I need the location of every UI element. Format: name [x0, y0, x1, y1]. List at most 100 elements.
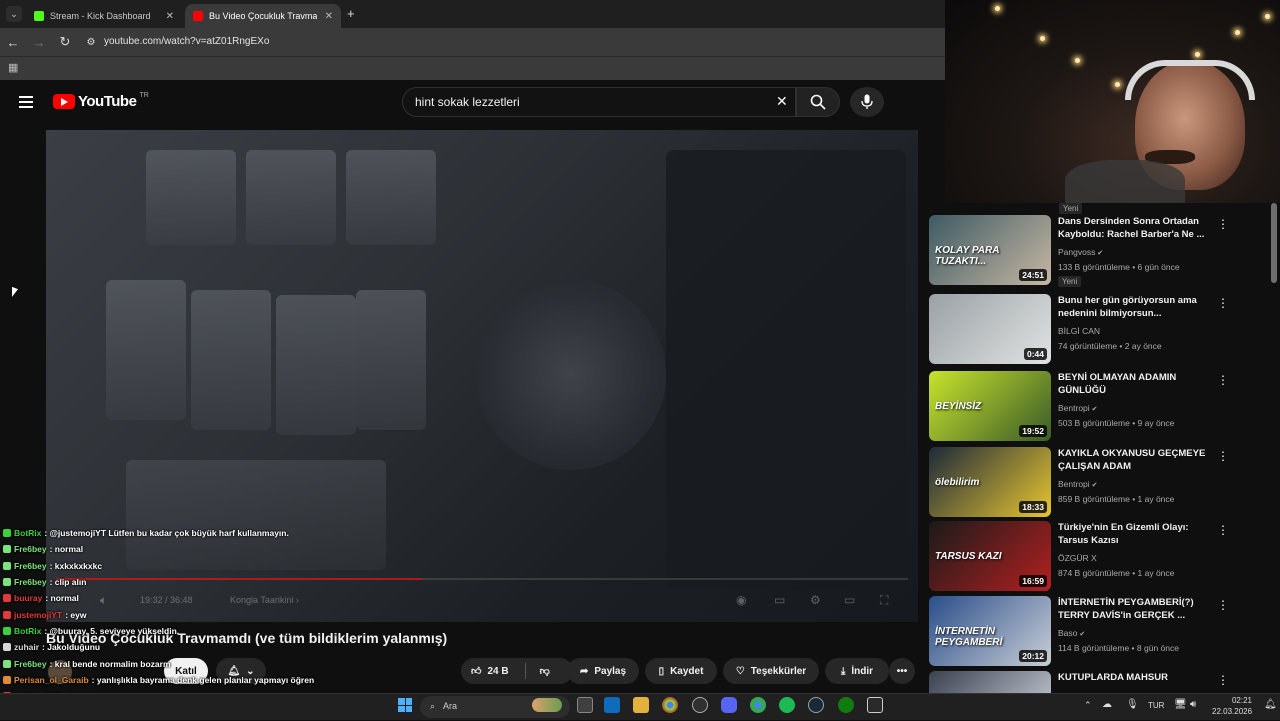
search-input[interactable]: hint sokak lezzetleri: [402, 87, 796, 117]
cloud-icon[interactable]: ☁: [1102, 699, 1112, 710]
download-button[interactable]: ⤓ İndir: [825, 658, 889, 684]
more-actions-button[interactable]: •••: [889, 658, 915, 684]
chat-username[interactable]: zuhair: [14, 642, 39, 652]
clear-search-icon[interactable]: ✕: [776, 93, 788, 110]
video-thumbnail[interactable]: BUZULDA MAHSUR: [929, 671, 1051, 693]
video-thumbnail[interactable]: KOLAY PARA TUZAKTI... 24:51: [929, 215, 1051, 285]
start-button[interactable]: [398, 698, 412, 712]
tab-youtube-video[interactable]: Bu Video Çocukluk Travmamdı ✕: [185, 4, 341, 28]
recommended-channel[interactable]: Pangvoss ✔: [1058, 247, 1103, 257]
forward-icon[interactable]: →: [26, 35, 52, 50]
tab-kick-dashboard[interactable]: Stream - Kick Dashboard ✕: [26, 4, 182, 28]
sidebar-scrollbar[interactable]: [1271, 203, 1277, 283]
recommended-title[interactable]: KUTUPLARDA MAHSUR: [1058, 671, 1208, 684]
recommended-title[interactable]: İNTERNETİN PEYGAMBERİ(?) TERRY DAVİS'in …: [1058, 596, 1208, 622]
more-options-icon[interactable]: ⋮: [1217, 449, 1229, 463]
volume-tray-icon[interactable]: 🔊︎: [1190, 699, 1196, 710]
recommended-title[interactable]: Dans Dersinden Sonra Ortadan Kayboldu: R…: [1058, 215, 1208, 241]
chat-username[interactable]: Fre6bey: [14, 659, 47, 669]
video-thumbnail[interactable]: BEYİNSİZ 19:52: [929, 371, 1051, 441]
autoplay-icon[interactable]: ◉: [736, 593, 746, 607]
spotify-icon[interactable]: [779, 697, 795, 713]
share-label: Paylaş: [594, 665, 627, 677]
chat-username[interactable]: BotRix: [14, 626, 41, 636]
video-thumbnail[interactable]: 0:44: [929, 294, 1051, 364]
store-icon[interactable]: [604, 697, 620, 713]
epic-games-icon[interactable]: [867, 697, 883, 713]
close-icon[interactable]: ✕: [325, 11, 333, 22]
recommended-video[interactable]: ölebilirim 18:33 KAYIKLA OKYANUSU GEÇMEYE …: [929, 447, 1269, 519]
video-thumbnail[interactable]: İNTERNETİN PEYGAMBERİ 20:12: [929, 596, 1051, 666]
recommended-channel[interactable]: BİLGİ CAN: [1058, 326, 1100, 336]
fullscreen-icon[interactable]: ⛶: [880, 593, 888, 608]
chat-username[interactable]: Fre6bey: [14, 577, 47, 587]
search-button[interactable]: [796, 87, 840, 117]
github-icon[interactable]: [692, 697, 708, 713]
more-options-icon[interactable]: ⋮: [1217, 598, 1229, 612]
language-indicator[interactable]: TUR: [1148, 701, 1164, 710]
tab-list-button[interactable]: ⌄: [6, 6, 22, 22]
recommended-channel[interactable]: ÖZGÜR X: [1058, 553, 1097, 563]
close-icon[interactable]: ✕: [166, 11, 174, 22]
chat-username[interactable]: Perisan_ol_Garaib: [14, 675, 89, 685]
recommended-video[interactable]: TARSUS KAZI 16:59 Türkiye'nin En Gizemli O…: [929, 521, 1269, 593]
save-button[interactable]: ▯ Kaydet: [645, 658, 717, 684]
recommended-title[interactable]: Bunu her gün görüyorsun ama nedenini bil…: [1058, 294, 1208, 320]
settings-icon[interactable]: ⚙: [810, 593, 821, 607]
recommended-channel[interactable]: Bentropi ✔: [1058, 403, 1097, 413]
more-options-icon[interactable]: ⋮: [1217, 296, 1229, 310]
recommended-video[interactable]: 0:44 Bunu her gün görüyorsun ama nedenini…: [929, 294, 1269, 366]
reload-icon[interactable]: ↻: [52, 34, 78, 50]
chat-username[interactable]: Fre6bey: [14, 561, 47, 571]
more-options-icon[interactable]: ⋮: [1217, 373, 1229, 387]
menu-icon[interactable]: [19, 93, 33, 111]
chat-username[interactable]: Fre6bey: [14, 544, 47, 554]
mic-tray-icon[interactable]: 🎙︎: [1126, 699, 1139, 710]
apps-grid-icon[interactable]: ▦: [8, 61, 18, 74]
task-view-icon[interactable]: [577, 697, 593, 713]
discord-icon[interactable]: [721, 697, 737, 713]
video-thumbnail[interactable]: ölebilirim 18:33: [929, 447, 1051, 517]
like-icon[interactable]: 👍︎: [471, 665, 481, 677]
youtube-logo[interactable]: YouTube TR: [53, 92, 149, 110]
recommended-video[interactable]: KOLAY PARA TUZAKTI... 24:51 Dans Dersinden…: [929, 215, 1269, 287]
chat-username[interactable]: justemojiYT: [14, 610, 62, 620]
network-icon[interactable]: 🖥︎: [1174, 699, 1187, 710]
notification-icon[interactable]: 🔔︎: [1264, 699, 1277, 710]
recommended-video[interactable]: İNTERNETİN PEYGAMBERİ 20:12 İNTERNETİN PEY…: [929, 596, 1269, 668]
voice-search-button[interactable]: [850, 87, 884, 117]
verified-icon: ✔: [1095, 250, 1104, 257]
recommended-video[interactable]: BEYİNSİZ 19:52 BEYNİ OLMAYAN ADAMIN GÜNLÜĞ…: [929, 371, 1269, 443]
more-options-icon[interactable]: ⋮: [1217, 523, 1229, 537]
new-tab-button[interactable]: +: [347, 6, 355, 21]
dislike-icon[interactable]: 👎︎: [540, 665, 550, 677]
file-explorer-icon[interactable]: [633, 697, 649, 713]
back-icon[interactable]: ←: [0, 35, 26, 50]
chrome-profile-icon[interactable]: [750, 697, 766, 713]
recommended-title[interactable]: Türkiye'nin En Gizemli Olayı: Tarsus Kaz…: [1058, 521, 1208, 547]
subtitles-icon[interactable]: ▭: [774, 593, 785, 607]
recommended-channel[interactable]: Baso ✔: [1058, 628, 1085, 638]
more-options-icon[interactable]: ⋮: [1217, 217, 1229, 231]
like-count[interactable]: 24 B: [487, 666, 508, 677]
clock-time[interactable]: 02:21: [1228, 696, 1252, 705]
widget-food-icon[interactable]: [532, 698, 562, 712]
video-thumbnail[interactable]: TARSUS KAZI 16:59: [929, 521, 1051, 591]
tray-chevron-icon[interactable]: ⌃: [1084, 700, 1092, 711]
clock-date[interactable]: 22.03.2026: [1212, 707, 1252, 716]
recommended-title[interactable]: BEYNİ OLMAYAN ADAMIN GÜNLÜĞÜ: [1058, 371, 1208, 397]
steam-icon[interactable]: [808, 697, 824, 713]
thanks-button[interactable]: ♡ Teşekkürler: [723, 658, 819, 684]
recommended-video[interactable]: BUZULDA MAHSUR KUTUPLARDA MAHSUR ⋮: [929, 671, 1269, 693]
chat-username[interactable]: buuray: [14, 593, 42, 603]
recommended-channel[interactable]: Bentropi ✔: [1058, 479, 1097, 489]
xbox-icon[interactable]: [838, 697, 854, 713]
chat-username[interactable]: BotRix: [14, 528, 41, 538]
theater-mode-icon[interactable]: ▭: [844, 593, 855, 607]
url-field[interactable]: youtube.com/watch?v=atZ01RngEXo: [104, 36, 269, 47]
more-options-icon[interactable]: ⋮: [1217, 673, 1229, 687]
recommended-title[interactable]: KAYIKLA OKYANUSU GEÇMEYE ÇALIŞAN ADAM: [1058, 447, 1208, 473]
site-settings-icon[interactable]: ⚙: [78, 37, 104, 48]
chrome-icon[interactable]: [662, 697, 678, 713]
share-button[interactable]: ➦ Paylaş: [567, 658, 639, 684]
